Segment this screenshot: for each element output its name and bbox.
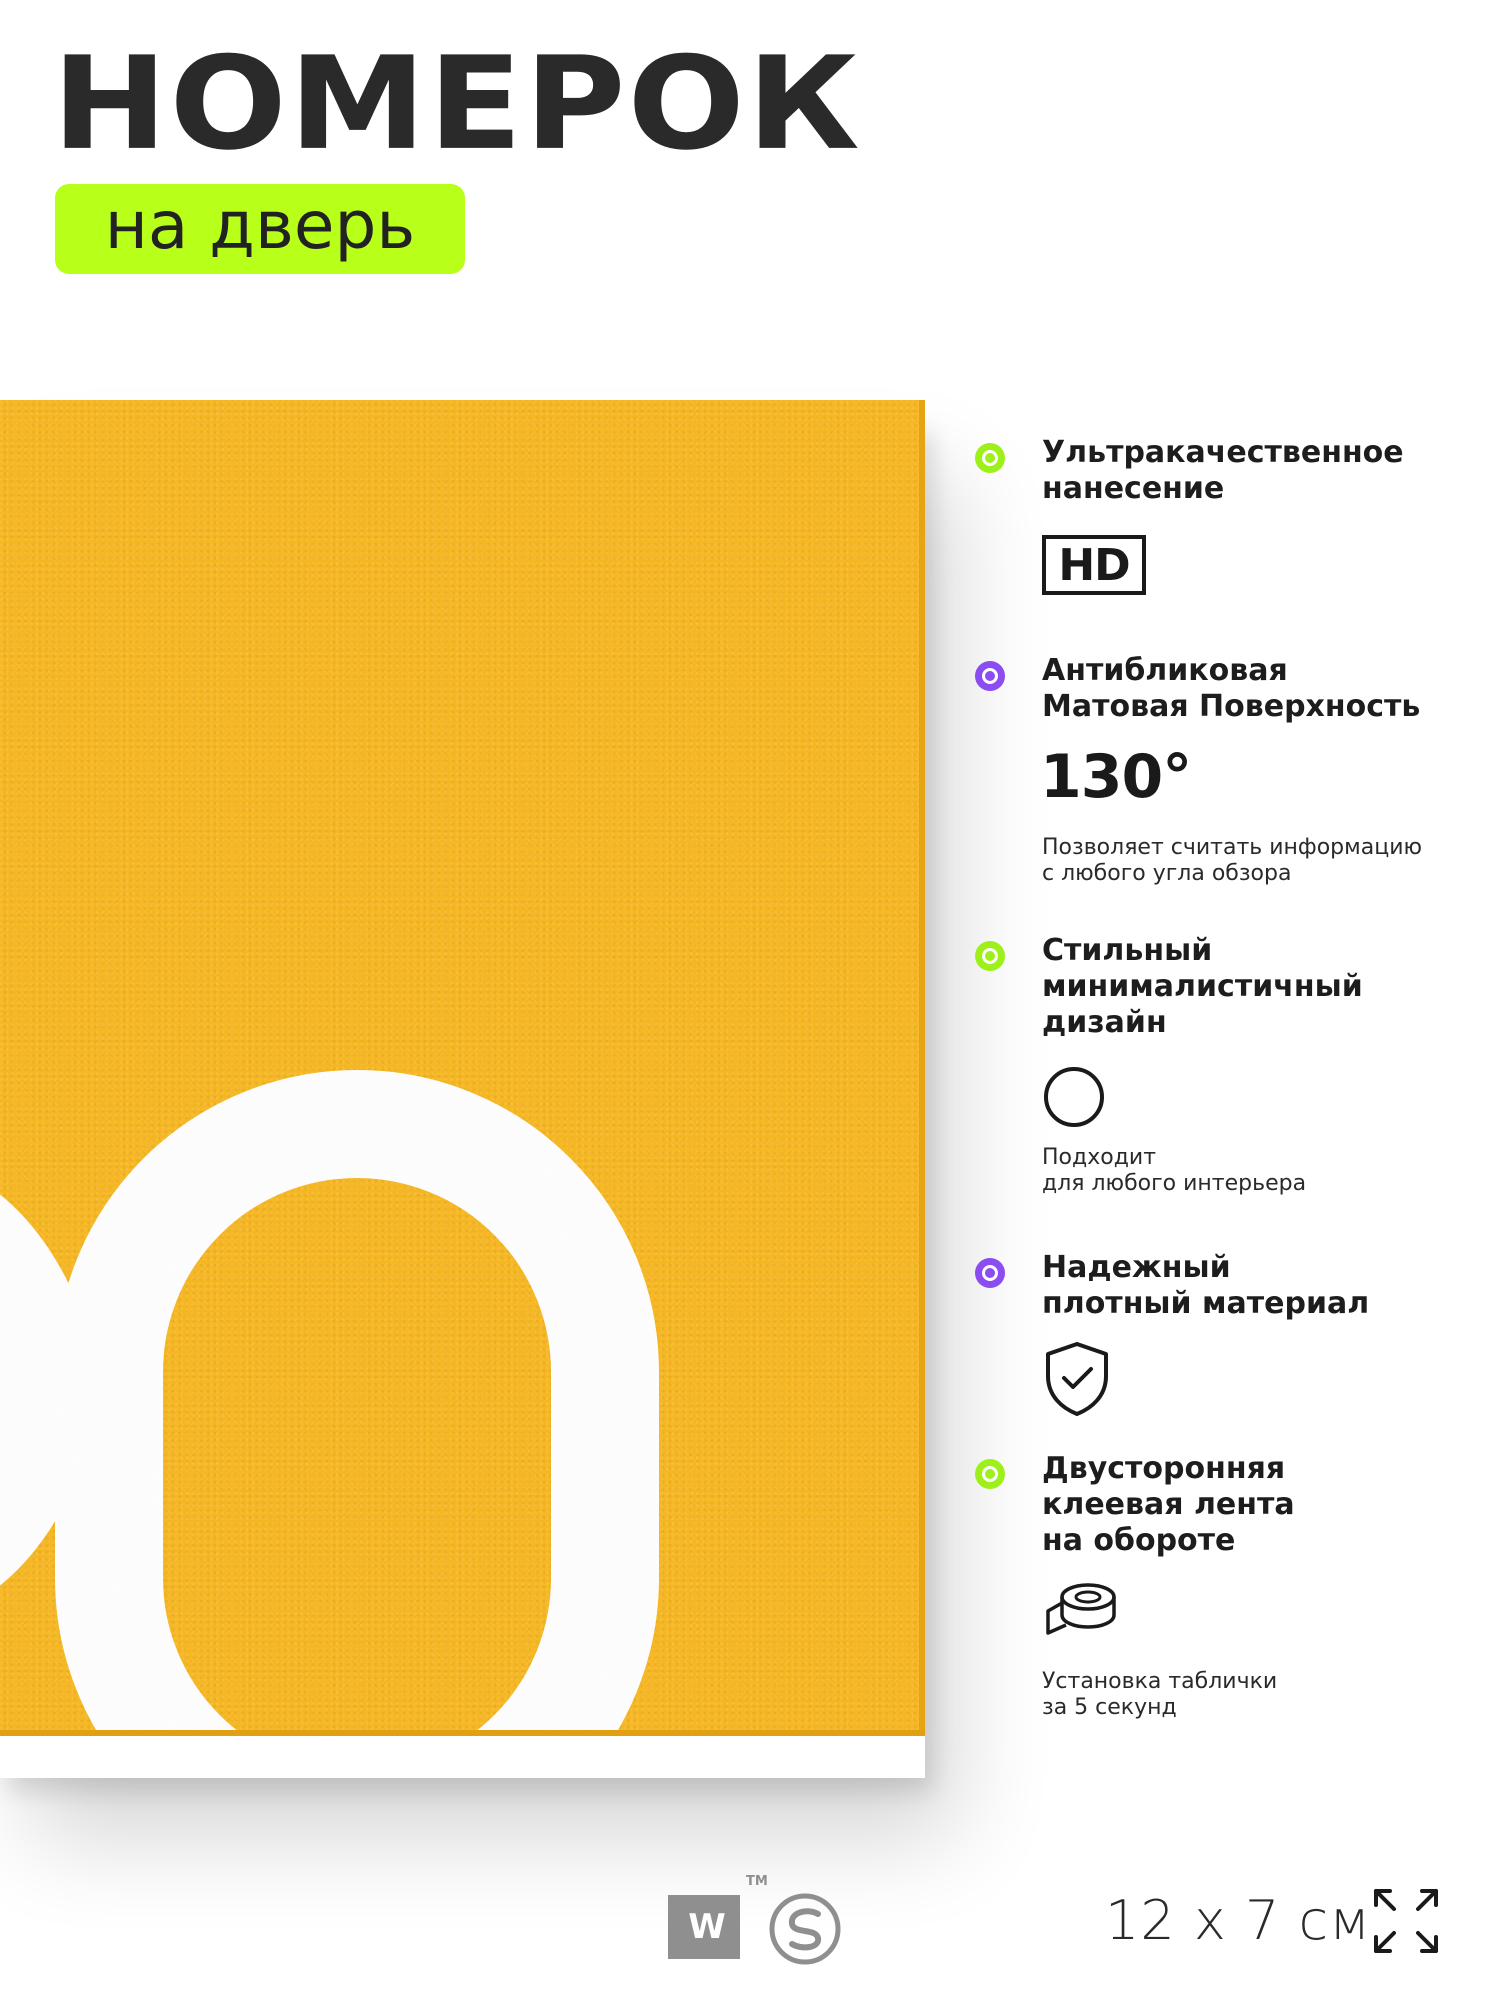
brand-logo-w: W bbox=[668, 1895, 740, 1959]
feature-title: Стильный минималистичный дизайн bbox=[1042, 933, 1363, 1040]
subtitle-text: на дверь bbox=[104, 187, 416, 264]
bullet-icon bbox=[975, 1258, 1005, 1288]
feature-caption: Подходит для любого интерьера bbox=[1042, 1145, 1307, 1196]
hd-icon: HD bbox=[1042, 535, 1146, 595]
door-number-plate bbox=[0, 400, 925, 1736]
feature-caption: Позволяет считать информацию с любого уг… bbox=[1042, 835, 1423, 886]
plate-digits bbox=[0, 400, 925, 1736]
feature-title: Надежный плотный материал bbox=[1042, 1250, 1370, 1321]
page-title: НОМЕРОК bbox=[52, 28, 862, 179]
tape-roll-icon bbox=[1046, 1583, 1116, 1635]
expand-arrows-icon bbox=[1374, 1889, 1438, 1953]
trademark-mark: TM bbox=[746, 1874, 768, 1889]
bullet-icon bbox=[975, 443, 1005, 473]
feature-title: Двусторонняя клеевая лента на обороте bbox=[1042, 1451, 1295, 1558]
feature-title: Ультракачественное нанесение bbox=[1042, 435, 1404, 506]
subtitle-badge: на дверь bbox=[55, 184, 465, 274]
product-card: НОМЕРОК на дверь Ультракачественное нане… bbox=[0, 0, 1500, 2000]
shield-check-icon bbox=[1046, 1342, 1108, 1416]
circle-icon bbox=[1044, 1067, 1104, 1127]
feature-title: Антибликовая Матовая Поверхность bbox=[1042, 653, 1421, 724]
size-label: 12 x 7 см bbox=[1105, 1889, 1371, 1952]
feature-caption: Установка таблички за 5 секунд bbox=[1042, 1669, 1278, 1720]
bullet-icon bbox=[975, 1459, 1005, 1489]
brand-logo-circle-icon bbox=[769, 1893, 841, 1965]
viewing-angle-value: 130° bbox=[1040, 742, 1192, 812]
plate-bottom-edge bbox=[0, 1730, 925, 1736]
bullet-icon bbox=[975, 941, 1005, 971]
plate-right-edge bbox=[919, 400, 925, 1736]
bullet-icon bbox=[975, 661, 1005, 691]
